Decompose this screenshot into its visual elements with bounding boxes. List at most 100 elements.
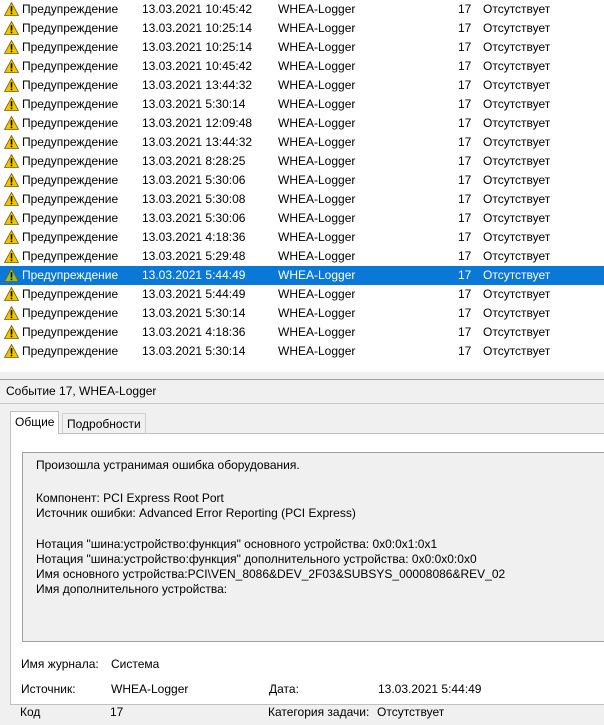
event-task-category: Отсутствует	[483, 40, 551, 54]
event-task-category: Отсутствует	[483, 173, 551, 187]
warning-icon	[4, 38, 19, 57]
event-source: WHEA-Logger	[278, 344, 356, 358]
event-task-category: Отсутствует	[483, 344, 551, 358]
event-source: WHEA-Logger	[278, 192, 356, 206]
event-task-category: Отсутствует	[483, 325, 551, 339]
event-row[interactable]: Предупреждение 13.03.2021 8:28:25 WHEA-Log…	[0, 152, 604, 171]
event-row[interactable]: Предупреждение 13.03.2021 5:44:49 WHEA-Log…	[0, 266, 604, 285]
warning-icon	[4, 266, 19, 285]
event-task-category: Отсутствует	[483, 2, 551, 16]
event-source: WHEA-Logger	[278, 325, 356, 339]
event-row[interactable]: Предупреждение 13.03.2021 5:30:06 WHEA-Log…	[0, 171, 604, 190]
event-date: 13.03.2021 5:44:49	[142, 268, 246, 282]
event-date: 13.03.2021 12:09:48	[142, 116, 253, 130]
tab-general[interactable]: Общие	[10, 411, 60, 434]
event-date: 13.03.2021 5:30:14	[142, 306, 246, 320]
event-row[interactable]: Предупреждение 13.03.2021 5:30:14 WHEA-Log…	[0, 342, 604, 361]
event-level: Предупреждение	[22, 268, 119, 282]
event-level: Предупреждение	[22, 306, 119, 320]
event-row[interactable]: Предупреждение 13.03.2021 10:25:14 WHEA-Lo…	[0, 19, 604, 38]
event-task-category: Отсутствует	[483, 268, 551, 282]
event-id: 17	[458, 78, 472, 92]
event-task-category: Отсутствует	[483, 287, 551, 301]
event-task-category: Отсутствует	[483, 97, 551, 111]
warning-icon	[4, 342, 19, 361]
event-task-category: Отсутствует	[483, 249, 551, 263]
event-row[interactable]: Предупреждение 13.03.2021 13:44:32 WHEA-Lo…	[0, 133, 604, 152]
event-id: 17	[458, 173, 472, 187]
event-source: WHEA-Logger	[278, 173, 356, 187]
event-level: Предупреждение	[22, 192, 119, 206]
source-label: Источник:	[21, 682, 76, 696]
event-id: 17	[458, 97, 472, 111]
event-id: 17	[458, 287, 472, 301]
event-source: WHEA-Logger	[278, 306, 356, 320]
event-level: Предупреждение	[22, 2, 119, 16]
event-row[interactable]: Предупреждение 13.03.2021 10:45:42 WHEA-Lo…	[0, 0, 604, 19]
description-line: Источник ошибки: Advanced Error Reportin…	[36, 506, 356, 520]
description-line: Нотация "шина:устройство:функция" основн…	[36, 537, 438, 551]
event-level: Предупреждение	[22, 78, 119, 92]
event-row[interactable]: Предупреждение 13.03.2021 5:30:14 WHEA-Log…	[0, 304, 604, 323]
warning-icon	[4, 0, 19, 19]
source-value: WHEA-Logger	[111, 682, 189, 696]
event-row[interactable]: Предупреждение 13.03.2021 13:44:32 WHEA-Lo…	[0, 76, 604, 95]
event-level: Предупреждение	[22, 287, 119, 301]
event-source: WHEA-Logger	[278, 21, 356, 35]
pane-splitter[interactable]	[0, 372, 604, 380]
description-line: Нотация "шина:устройство:функция" дополн…	[36, 552, 477, 566]
event-row[interactable]: Предупреждение 13.03.2021 12:09:48 WHEA-Lo…	[0, 114, 604, 133]
event-row[interactable]: Предупреждение 13.03.2021 5:44:49 WHEA-Log…	[0, 285, 604, 304]
code-label: Код	[20, 705, 41, 719]
warning-icon	[4, 209, 19, 228]
event-row[interactable]: Предупреждение 13.03.2021 4:18:36 WHEA-Log…	[0, 323, 604, 342]
event-task-category: Отсутствует	[483, 192, 551, 206]
title-divider	[0, 403, 604, 404]
event-id: 17	[458, 230, 472, 244]
event-source: WHEA-Logger	[278, 59, 356, 73]
warning-icon	[4, 133, 19, 152]
warning-icon	[4, 323, 19, 342]
event-source: WHEA-Logger	[278, 116, 356, 130]
event-level: Предупреждение	[22, 211, 119, 225]
event-date: 13.03.2021 13:44:32	[142, 135, 253, 149]
warning-icon	[4, 95, 19, 114]
event-id: 17	[458, 154, 472, 168]
log-name-label: Имя журнала:	[21, 657, 99, 671]
event-level: Предупреждение	[22, 116, 119, 130]
event-id: 17	[458, 344, 472, 358]
warning-icon	[4, 57, 19, 76]
event-level: Предупреждение	[22, 40, 119, 54]
event-date: 13.03.2021 10:45:42	[142, 2, 253, 16]
event-date: 13.03.2021 5:29:48	[142, 249, 246, 263]
task-category-value: Отсутствует	[377, 705, 445, 719]
event-row[interactable]: Предупреждение 13.03.2021 5:30:14 WHEA-Log…	[0, 95, 604, 114]
event-task-category: Отсутствует	[483, 78, 551, 92]
event-date: 13.03.2021 4:18:36	[142, 230, 246, 244]
tab-panel-general: Произошла устранимая ошибка оборудования…	[10, 433, 604, 705]
event-task-category: Отсутствует	[483, 154, 551, 168]
event-details-pane: Событие 17, WHEA-Logger Произошла устран…	[0, 380, 604, 725]
event-row[interactable]: Предупреждение 13.03.2021 10:45:42 WHEA-Lo…	[0, 57, 604, 76]
event-source: WHEA-Logger	[278, 287, 356, 301]
event-id: 17	[458, 306, 472, 320]
tab-details[interactable]: Подробности	[62, 413, 146, 433]
event-date: 13.03.2021 5:44:49	[142, 287, 246, 301]
event-date: 13.03.2021 5:30:14	[142, 344, 246, 358]
event-level: Предупреждение	[22, 249, 119, 263]
event-row[interactable]: Предупреждение 13.03.2021 5:30:08 WHEA-Log…	[0, 190, 604, 209]
event-row[interactable]: Предупреждение 13.03.2021 5:29:48 WHEA-Log…	[0, 247, 604, 266]
warning-icon	[4, 247, 19, 266]
event-id: 17	[458, 21, 472, 35]
log-name-value: Система	[111, 657, 160, 671]
event-row[interactable]: Предупреждение 13.03.2021 4:18:36 WHEA-Log…	[0, 228, 604, 247]
event-description[interactable]: Произошла устранимая ошибка оборудования…	[22, 452, 604, 642]
event-row[interactable]: Предупреждение 13.03.2021 10:25:14 WHEA-Lo…	[0, 38, 604, 57]
event-task-category: Отсутствует	[483, 135, 551, 149]
event-level: Предупреждение	[22, 173, 119, 187]
event-row[interactable]: Предупреждение 13.03.2021 5:30:06 WHEA-Log…	[0, 209, 604, 228]
event-date: 13.03.2021 10:25:14	[142, 21, 253, 35]
date-value: 13.03.2021 5:44:49	[378, 682, 482, 696]
warning-icon	[4, 171, 19, 190]
event-task-category: Отсутствует	[483, 230, 551, 244]
